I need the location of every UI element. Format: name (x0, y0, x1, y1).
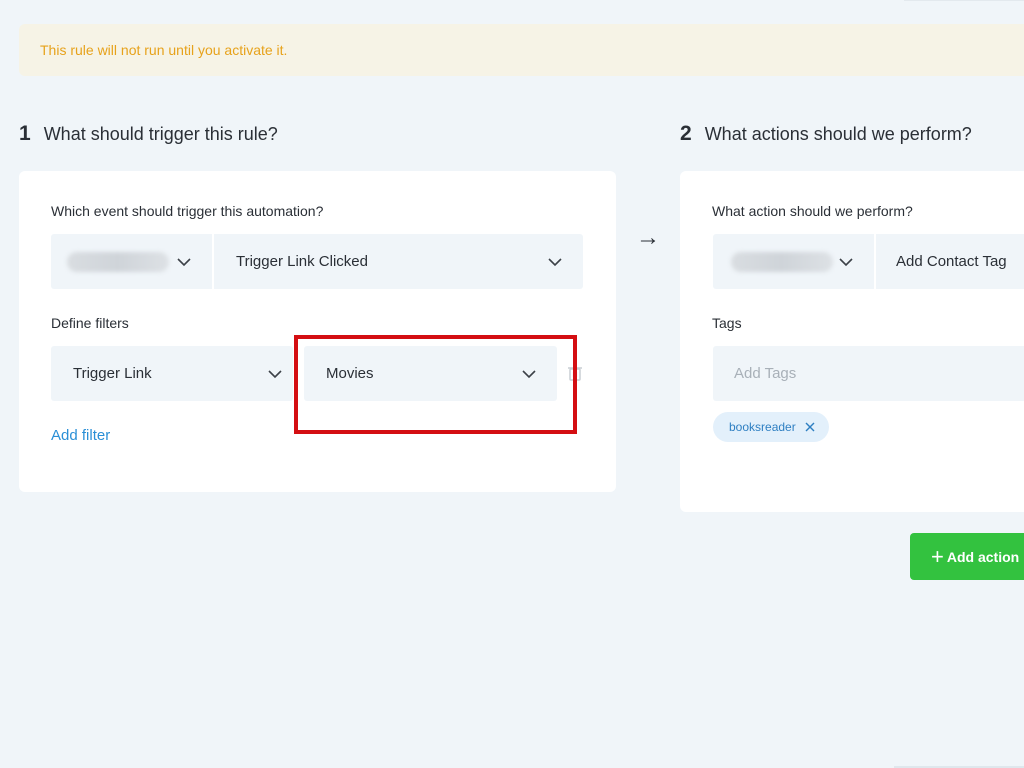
trigger-step-number: 1 (19, 122, 31, 145)
action-step-heading: 2 What actions should we perform? (680, 122, 972, 146)
inactive-rule-banner: This rule will not run until you activat… (19, 24, 1024, 76)
chevron-down-icon (839, 257, 853, 266)
action-type-value: Add Contact Tag (896, 253, 1007, 270)
add-action-label: Add action (946, 548, 1020, 565)
event-field-label: Which event should trigger this automati… (51, 203, 324, 219)
trigger-card: Which event should trigger this automati… (19, 171, 616, 492)
banner-message: This rule will not run until you activat… (40, 42, 288, 58)
close-icon[interactable] (805, 422, 815, 432)
chevron-down-icon (268, 369, 282, 378)
action-step-number: 2 (680, 122, 692, 145)
action-step-title: What actions should we perform? (704, 124, 972, 144)
add-action-button[interactable]: + Add action (910, 533, 1024, 580)
add-filter-link[interactable]: Add filter (51, 427, 110, 444)
filter-value-select[interactable]: Movies (304, 346, 557, 401)
action-select-group: Add Contact Tag (713, 234, 1024, 289)
filter-value: Movies (326, 365, 374, 382)
action-type-select[interactable]: Add Contact Tag (874, 234, 1024, 289)
trigger-step-heading: 1 What should trigger this rule? (19, 122, 278, 146)
blurred-app-name (731, 251, 833, 272)
blurred-app-name (67, 251, 169, 272)
plus-icon: + (931, 543, 944, 569)
tag-chip-label: booksreader (729, 420, 796, 434)
trigger-app-select[interactable] (51, 234, 212, 289)
filters-field-label: Define filters (51, 315, 129, 331)
tags-input[interactable] (713, 346, 1024, 401)
tag-chip: booksreader (713, 412, 829, 442)
filter-field-select[interactable]: Trigger Link (51, 346, 293, 401)
trigger-event-value: Trigger Link Clicked (236, 253, 368, 270)
chevron-down-icon (177, 257, 191, 266)
chevron-down-icon (522, 369, 536, 378)
action-app-select[interactable] (713, 234, 874, 289)
trigger-step-title: What should trigger this rule? (43, 124, 278, 144)
action-field-label: What action should we perform? (712, 203, 913, 219)
automation-rule-editor: This rule will not run until you activat… (0, 0, 1024, 768)
event-select-group: Trigger Link Clicked (51, 234, 583, 289)
filter-field-value: Trigger Link (73, 365, 152, 382)
chevron-down-icon (548, 257, 562, 266)
tags-field-label: Tags (712, 315, 742, 331)
top-edge (904, 0, 1024, 1)
trash-icon[interactable] (567, 365, 583, 381)
action-card: What action should we perform? Add Conta… (680, 171, 1024, 512)
arrow-right-icon: → (636, 224, 660, 251)
trigger-event-select[interactable]: Trigger Link Clicked (212, 234, 583, 289)
